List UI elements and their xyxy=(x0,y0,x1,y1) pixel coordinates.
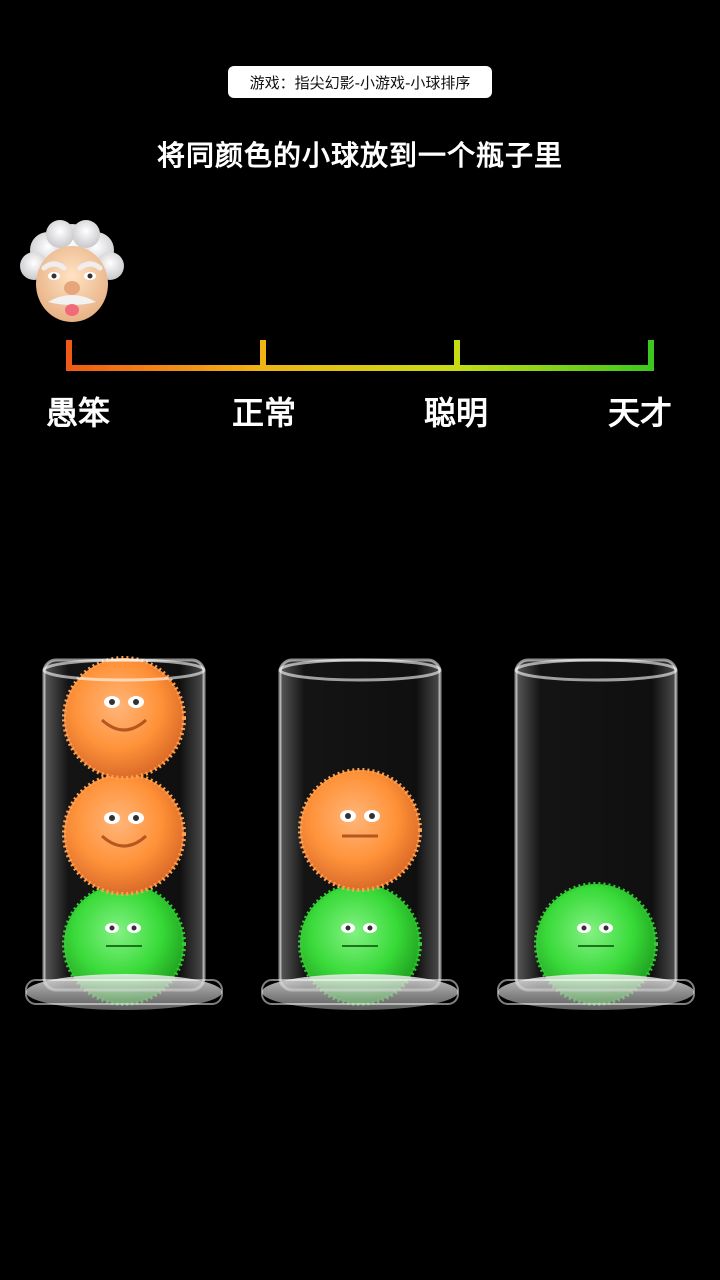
scale-label-1: 愚笨 xyxy=(45,394,110,432)
scale-label-4: 天才 xyxy=(607,394,672,432)
bottle-3[interactable] xyxy=(486,640,706,1040)
scale-label-3: 聪明 xyxy=(423,394,488,432)
bottle-2[interactable] xyxy=(250,640,470,1040)
scale-label-2: 正常 xyxy=(231,394,296,432)
bottle-glass xyxy=(278,658,442,992)
bottle-glass xyxy=(514,658,678,992)
scale-tick-4 xyxy=(648,340,654,371)
einstein-face-icon xyxy=(20,220,124,322)
intelligence-scale-bar xyxy=(66,340,654,371)
game-title-tag: 游戏：指尖幻影-小游戏-小球排序 xyxy=(228,66,492,98)
bottle-1[interactable] xyxy=(14,640,234,1040)
bottle-glass xyxy=(42,658,206,992)
game-title-text: 游戏：指尖幻影-小游戏-小球排序 xyxy=(249,73,471,92)
scale-tick-2 xyxy=(260,340,266,371)
instruction-text: 将同颜色的小球放到一个瓶子里 xyxy=(156,139,563,172)
scale-tick-3 xyxy=(454,340,460,371)
scale-tick-1 xyxy=(66,340,72,371)
